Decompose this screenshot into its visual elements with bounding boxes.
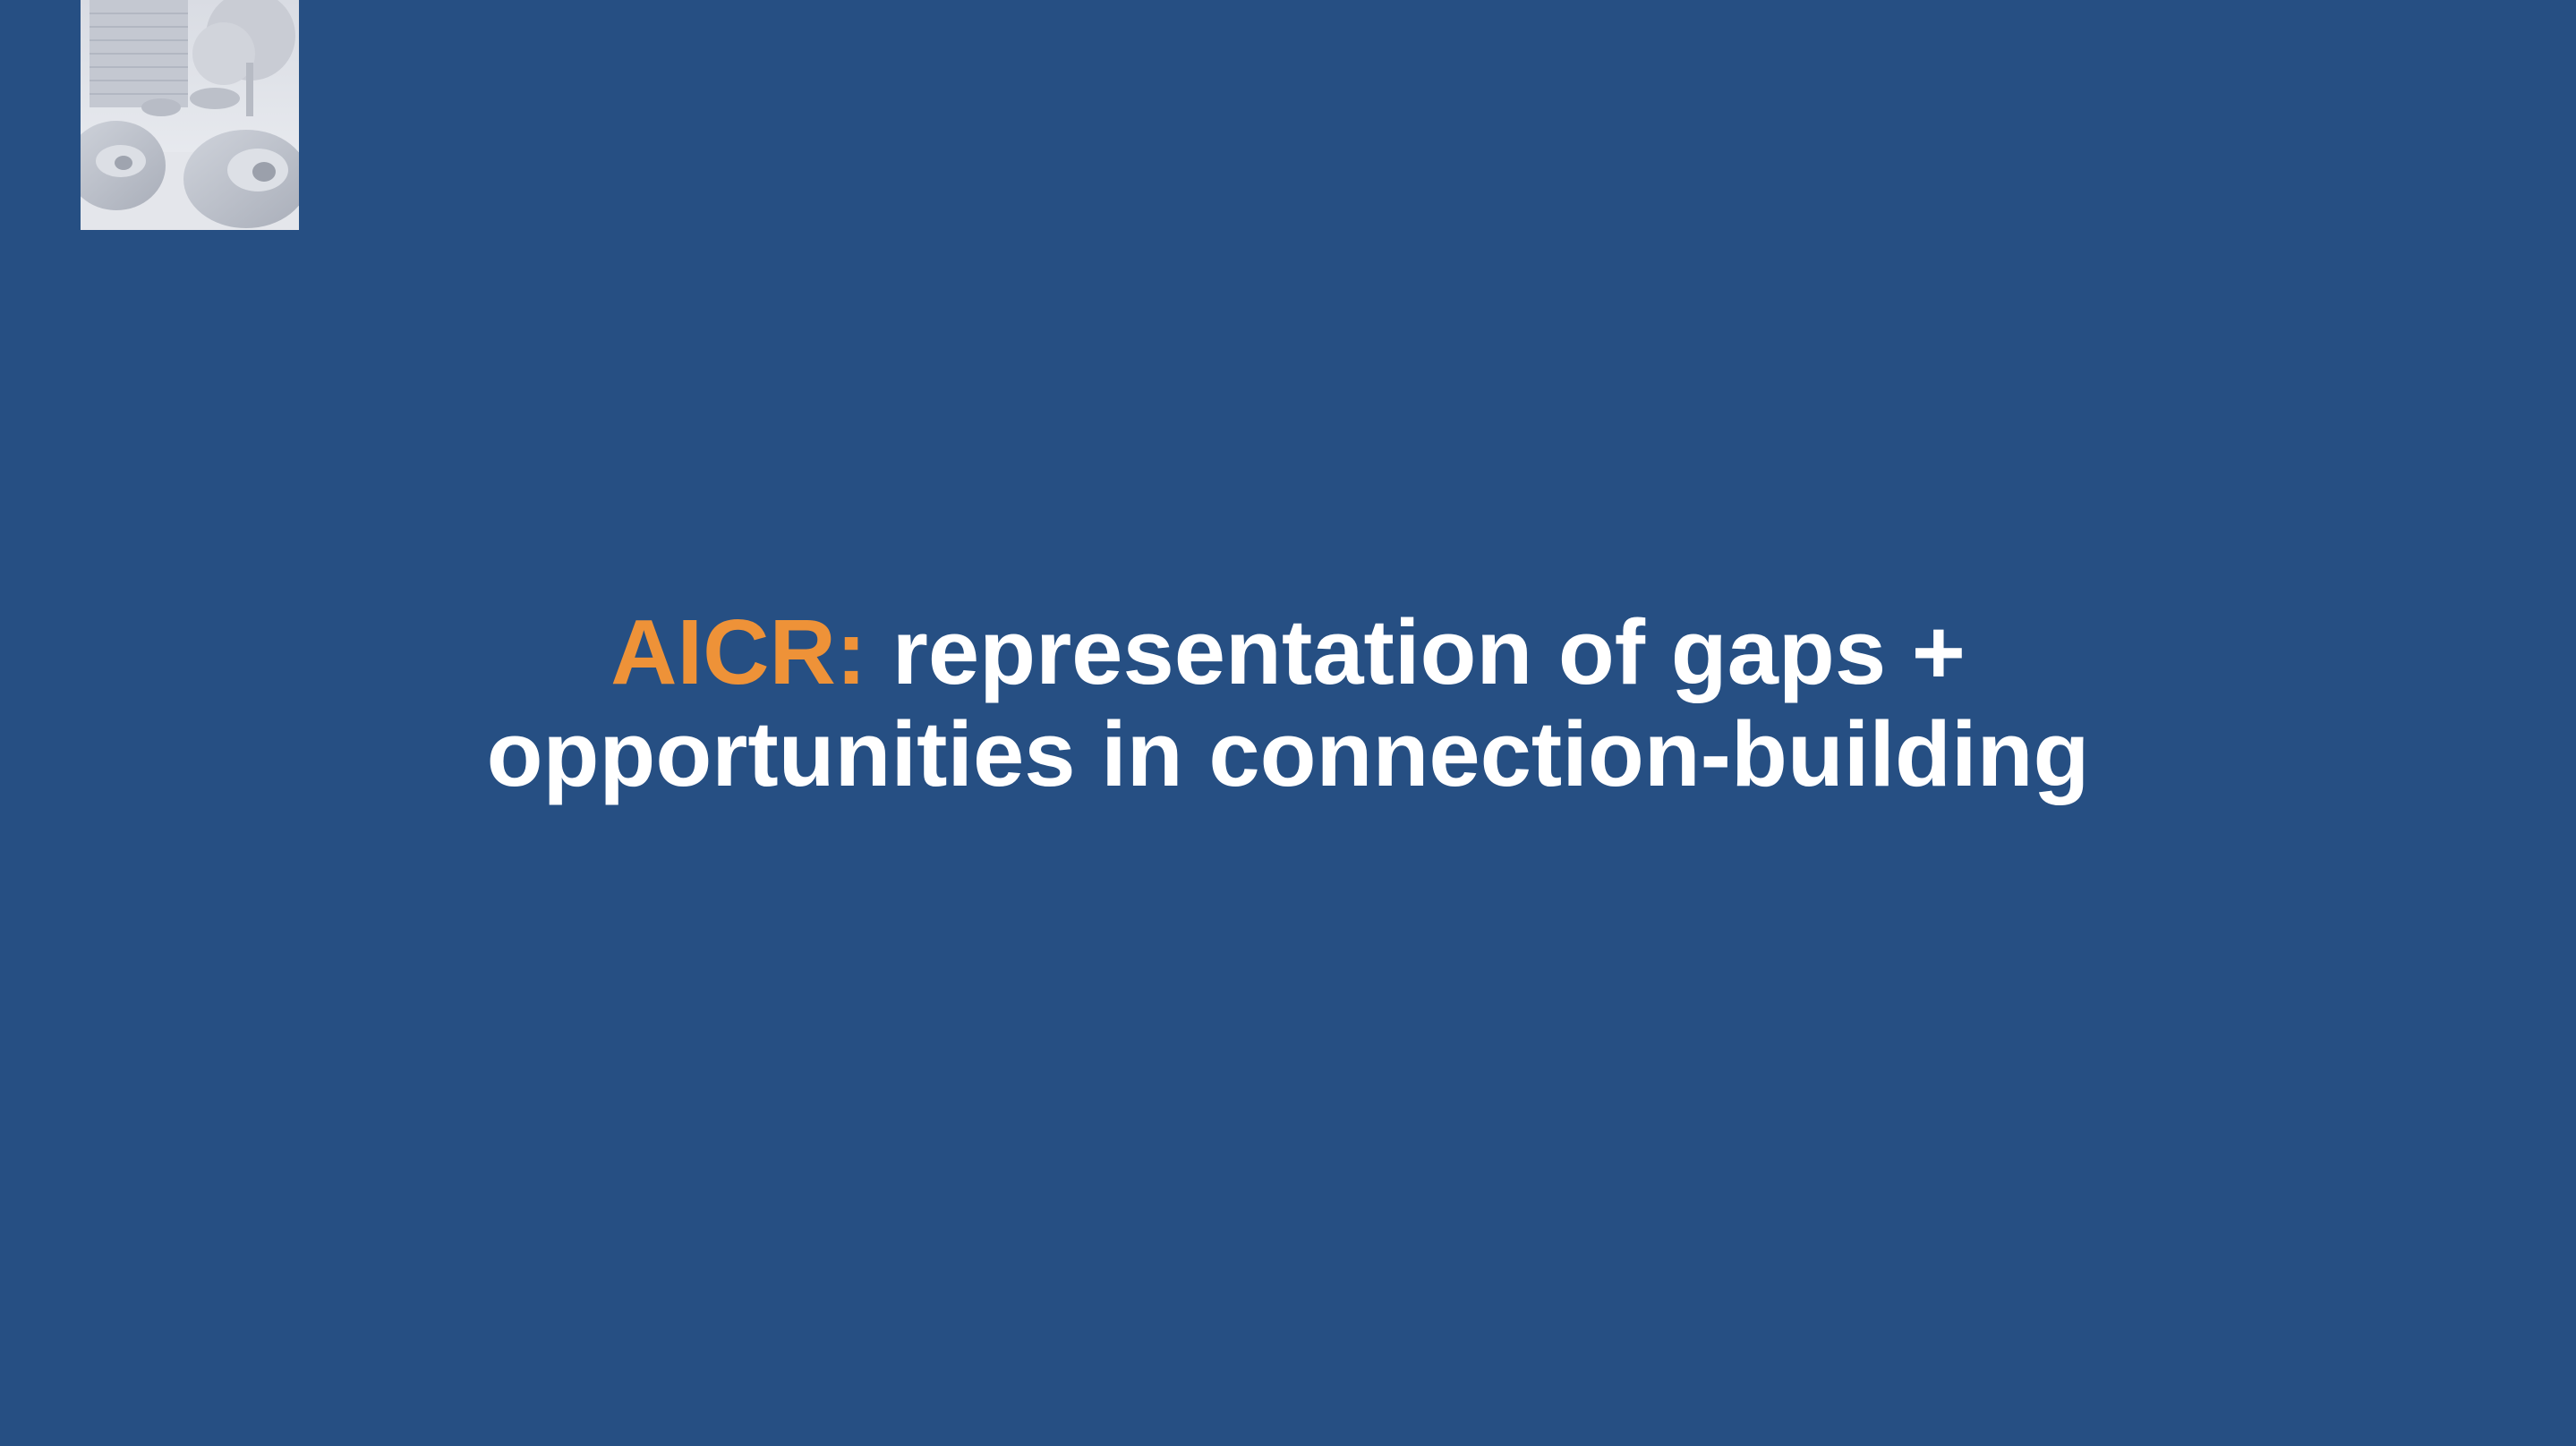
title-line-1-rest: representation of gaps +: [866, 600, 1966, 703]
sculpture-photo-icon: [81, 0, 299, 230]
title-line-1: AICR: representation of gaps +: [214, 601, 2362, 703]
slide: AICR: representation of gaps + opportuni…: [0, 0, 2576, 1446]
slide-title: AICR: representation of gaps + opportuni…: [214, 601, 2362, 805]
title-prefix: AICR:: [610, 600, 867, 703]
title-line-2: opportunities in connection-building: [486, 702, 2090, 805]
